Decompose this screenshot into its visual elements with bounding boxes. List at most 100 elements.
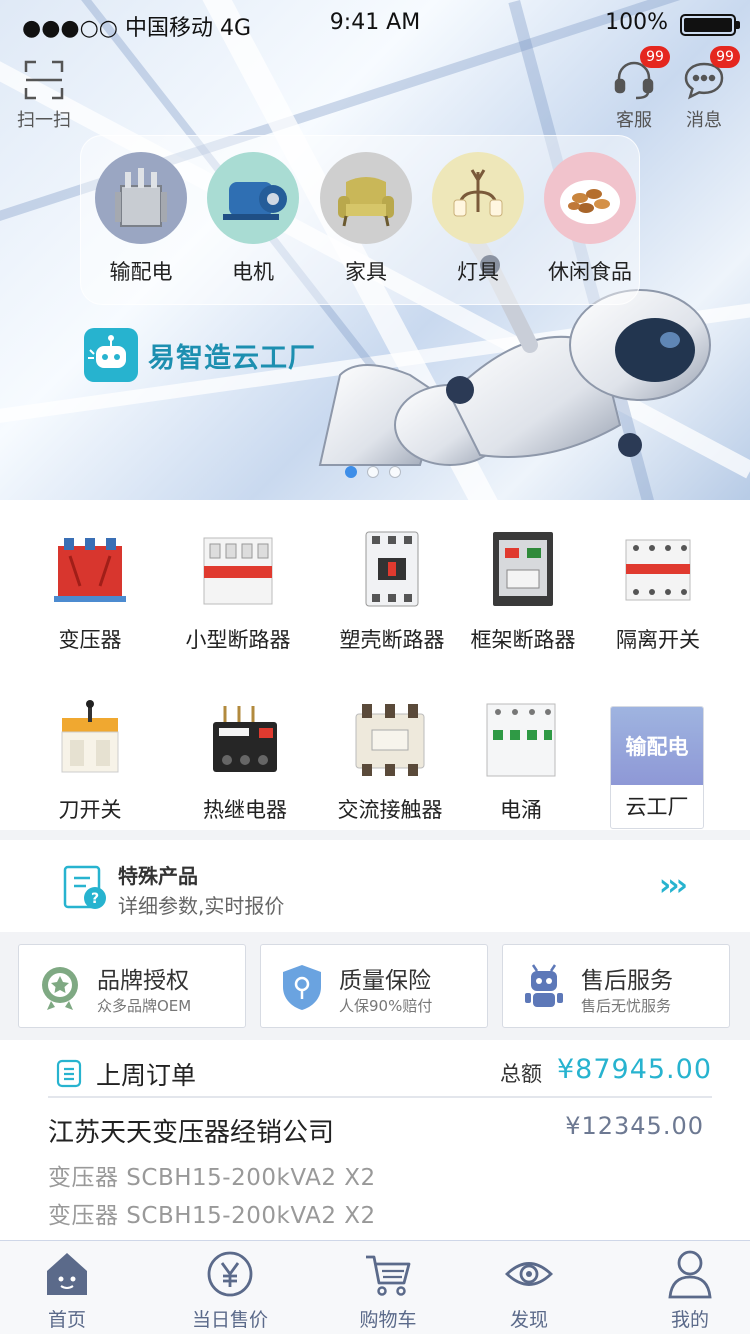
product-label: 隔离开关: [616, 628, 700, 652]
special-products-banner[interactable]: ? 特殊产品 详细参数,实时报价 ›››: [0, 840, 750, 932]
product-thermal-relay[interactable]: 热继电器: [170, 700, 320, 824]
category-label: 休闲食品: [548, 260, 632, 284]
tab-discover[interactable]: 发现: [454, 1249, 604, 1332]
product-isolator[interactable]: 隔离开关: [583, 530, 733, 654]
messages-button[interactable]: 99 消息: [674, 46, 740, 132]
cloud-factory-bottom: 云工厂: [625, 795, 689, 819]
service-card-insurance[interactable]: 质量保险 人保90%赔付: [260, 944, 488, 1028]
service-subtitle: 众多品牌OEM: [97, 997, 192, 1015]
shield-icon: [283, 965, 321, 1010]
category-label: 电机: [232, 260, 274, 284]
tab-label: 当日售价: [191, 1309, 268, 1331]
category-label: 灯具: [457, 260, 499, 284]
message-badge: 99: [710, 46, 740, 68]
category-lighting[interactable]: 灯具: [418, 152, 538, 286]
message-label: 消息: [686, 110, 722, 131]
category-motor[interactable]: 电机: [193, 152, 313, 286]
tab-label: 购物车: [359, 1309, 417, 1331]
last-week-orders: 上周订单 总额 ¥87945.00 江苏天天变压器经销公司 ¥12345.00 …: [0, 1040, 750, 1240]
tab-daily-price[interactable]: 当日售价: [155, 1249, 305, 1332]
product-grid: 变压器 小型断路器 塑壳断路器 框架断路器 隔离开关 刀开关 热继电器 交流接触…: [0, 500, 750, 830]
cart-icon: [364, 1249, 412, 1299]
product-acb[interactable]: 框架断路器: [448, 530, 598, 654]
tab-label: 我的: [670, 1309, 709, 1331]
clipboard-help-icon: ?: [63, 865, 106, 909]
scan-button[interactable]: 扫一扫: [12, 58, 76, 132]
mini-breaker-icon: [198, 530, 278, 610]
user-icon: [666, 1249, 714, 1299]
transformer-icon: [50, 530, 130, 610]
special-subtitle: 详细参数,实时报价: [118, 894, 285, 918]
carousel-indicator: [345, 466, 401, 478]
carousel-dot[interactable]: [345, 466, 357, 478]
chevrons-right-icon: ›››: [658, 868, 688, 903]
acb-icon: [483, 530, 563, 610]
product-surge[interactable]: 电涌: [446, 700, 596, 824]
list-doc-icon: [56, 1059, 82, 1088]
scan-label: 扫一扫: [17, 110, 71, 131]
product-label: 变压器: [58, 628, 122, 652]
headset-icon: 99: [612, 46, 670, 102]
wall-lamp-icon: [432, 152, 524, 244]
service-card-aftersale[interactable]: 售后服务 售后无忧服务: [502, 944, 730, 1028]
eye-icon: [504, 1249, 554, 1299]
yen-icon: [206, 1249, 254, 1299]
service-subtitle: 售后无忧服务: [581, 997, 672, 1015]
cloud-factory-top: 输配电: [611, 707, 703, 785]
tab-label: 发现: [509, 1309, 548, 1331]
product-transformer[interactable]: 变压器: [15, 530, 165, 654]
orders-total-value: ¥87945.00: [556, 1054, 712, 1085]
carousel-dot[interactable]: [389, 466, 401, 478]
orders-title: 上周订单: [96, 1061, 197, 1090]
medal-icon: [42, 967, 78, 1010]
product-label: 小型断路器: [185, 628, 291, 652]
tab-profile[interactable]: 我的: [615, 1249, 750, 1332]
product-contactor[interactable]: 交流接触器: [315, 700, 465, 824]
mccb-icon: [352, 530, 432, 610]
nuts-icon: [544, 152, 636, 244]
service-card-brand[interactable]: 品牌授权 众多品牌OEM: [18, 944, 246, 1028]
carousel-dot[interactable]: [367, 466, 379, 478]
customer-service-button[interactable]: 99 客服: [604, 46, 670, 132]
orders-total-label: 总额: [500, 1062, 542, 1086]
tab-home[interactable]: 首页: [0, 1249, 142, 1332]
chat-bubble-icon: 99: [682, 46, 740, 102]
knife-switch-icon: [50, 700, 130, 780]
armchair-icon: [320, 152, 412, 244]
tab-label: 首页: [47, 1309, 86, 1331]
divider: [48, 1096, 712, 1098]
special-title: 特殊产品: [118, 864, 198, 888]
product-knife-switch[interactable]: 刀开关: [15, 700, 165, 824]
status-bar: ●●●○○ 中国移动 4G 9:41 AM 100%: [0, 0, 750, 48]
product-mccb[interactable]: 塑壳断路器: [317, 530, 467, 654]
category-label: 输配电: [109, 260, 173, 284]
category-power[interactable]: 输配电: [81, 152, 201, 286]
service-title: 质量保险: [339, 968, 431, 994]
motor-icon: [207, 152, 299, 244]
product-mini-breaker[interactable]: 小型断路器: [163, 530, 313, 654]
isolator-icon: [618, 530, 698, 610]
scan-icon: [22, 58, 66, 102]
category-furniture[interactable]: 家具: [306, 152, 426, 286]
tab-cart[interactable]: 购物车: [313, 1249, 463, 1332]
service-title: 品牌授权: [97, 968, 189, 994]
category-snacks[interactable]: 休闲食品: [530, 152, 650, 286]
product-label: 热继电器: [203, 798, 287, 822]
svg-text:?: ?: [91, 891, 99, 907]
robot-face-icon: [84, 328, 138, 382]
transformer-icon: [95, 152, 187, 244]
order-line-item: 变压器 SCBH15-200kVA2 X2: [48, 1203, 376, 1229]
robot-icon: [525, 964, 563, 1007]
service-label: 客服: [616, 110, 652, 131]
product-label: 刀开关: [58, 798, 122, 822]
battery-icon: [680, 14, 740, 36]
order-line-item: 变压器 SCBH15-200kVA2 X2: [48, 1165, 376, 1191]
hero-banner[interactable]: ●●●○○ 中国移动 4G 9:41 AM 100% 扫一扫 99 客服 99 …: [0, 0, 750, 500]
cloud-factory-card[interactable]: 输配电 云工厂: [610, 706, 704, 829]
tab-bar: 首页 当日售价 购物车 发现 我的: [0, 1240, 750, 1334]
service-badge: 99: [640, 46, 670, 68]
product-label: 交流接触器: [337, 798, 443, 822]
product-label: 塑壳断路器: [339, 628, 445, 652]
order-amount: ¥12345.00: [565, 1112, 704, 1140]
contactor-icon: [350, 700, 430, 780]
